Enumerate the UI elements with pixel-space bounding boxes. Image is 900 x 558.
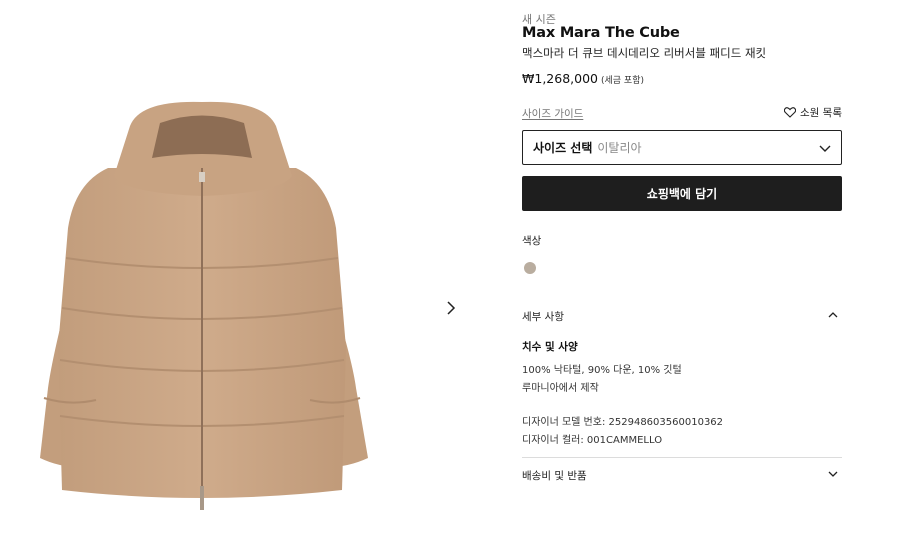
size-guide-link[interactable]: 사이즈 가이드 [522, 106, 583, 121]
color-swatch[interactable] [524, 262, 536, 274]
price: ₩1,268,000 (세금 포함) [522, 71, 644, 86]
chevron-down-icon [828, 471, 838, 477]
spec-composition: 100% 낙타털, 90% 다운, 10% 깃털 [522, 365, 682, 376]
spec-title: 치수 및 사양 [522, 341, 578, 353]
size-select-value: 이탈리아 [597, 141, 642, 155]
product-title: 맥스마라 더 큐브 데시데리오 리버서블 패디드 재킷 [522, 46, 767, 60]
wishlist-button[interactable]: 소원 목록 [784, 105, 842, 120]
brand-name[interactable]: Max Mara The Cube [522, 25, 680, 41]
tax-note: (세금 포함) [600, 76, 644, 86]
chevron-up-icon [828, 312, 838, 318]
shipping-heading: 배송비 및 반품 [522, 470, 587, 482]
wishlist-label: 소원 목록 [800, 107, 842, 119]
chevron-right-icon [447, 301, 456, 315]
size-select[interactable]: 사이즈 선택 이탈리아 [522, 130, 842, 165]
color-label: 색상 [522, 235, 542, 247]
details-heading: 세부 사항 [522, 311, 564, 323]
spec-origin: 루마니아에서 제작 [522, 383, 599, 394]
chevron-down-icon [819, 145, 831, 152]
next-image-button[interactable] [441, 298, 461, 318]
product-gallery [0, 0, 470, 558]
details-accordion-header[interactable]: 세부 사항 [522, 309, 842, 324]
add-to-bag-button[interactable]: 쇼핑백에 담기 [522, 176, 842, 211]
spec-color-code: 디자이너 컬러: 001CAMMELLO [522, 435, 663, 446]
spec-model-number: 디자이너 모델 번호: 252948603560010362 [522, 417, 724, 428]
size-select-label: 사이즈 선택 [533, 141, 593, 155]
shipping-accordion-header[interactable]: 배송비 및 반품 [522, 468, 842, 483]
price-value: ₩1,268,000 [522, 71, 598, 86]
heart-icon [784, 107, 797, 118]
product-image [40, 101, 368, 510]
divider [522, 457, 842, 458]
